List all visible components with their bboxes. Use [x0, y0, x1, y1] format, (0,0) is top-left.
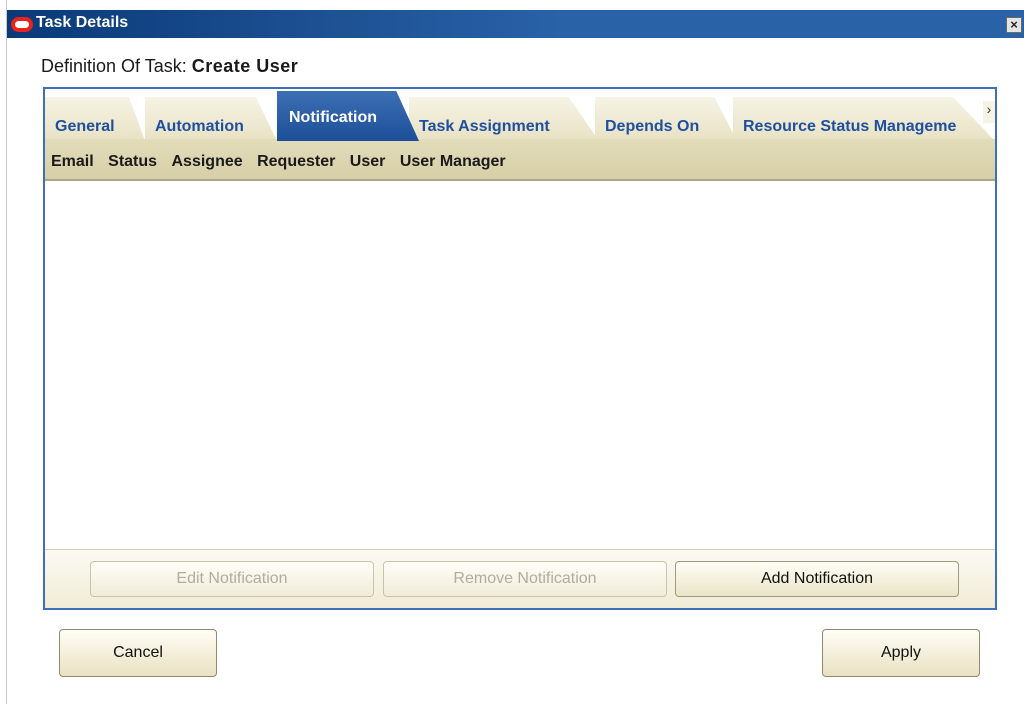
cancel-button[interactable]: Cancel	[59, 629, 217, 677]
tab-depends-on[interactable]: Depends On	[595, 97, 737, 141]
chevron-right-icon[interactable]: ›	[983, 101, 995, 123]
window-title: Task Details	[36, 14, 129, 31]
column-requester[interactable]: Requester	[257, 153, 335, 171]
column-email[interactable]: Email	[51, 153, 94, 171]
task-panel: General Automation Notification Task Ass…	[43, 87, 997, 610]
edit-notification-button[interactable]: Edit Notification	[90, 561, 374, 597]
task-name: Create User	[191, 56, 299, 76]
task-definition: Definition Of Task: Create User	[41, 56, 298, 77]
close-icon[interactable]: ×	[1006, 17, 1022, 33]
title-bar: Task Details ×	[7, 10, 1024, 38]
tab-notification[interactable]: Notification	[277, 91, 419, 141]
add-notification-button[interactable]: Add Notification	[675, 561, 959, 597]
definition-label: Definition Of Task:	[41, 56, 187, 76]
apply-button[interactable]: Apply	[822, 629, 980, 677]
oracle-logo-icon	[11, 17, 33, 32]
remove-notification-button[interactable]: Remove Notification	[383, 561, 667, 597]
tab-resource-status-management[interactable]: Resource Status Manageme	[733, 97, 995, 141]
column-user[interactable]: User	[350, 153, 386, 171]
column-user-manager[interactable]: User Manager	[400, 153, 506, 171]
task-details-window: Task Details × Definition Of Task: Creat…	[6, 0, 1024, 704]
column-assignee[interactable]: Assignee	[172, 153, 243, 171]
tab-strip: General Automation Notification Task Ass…	[45, 89, 995, 141]
notification-table-header: Email Status Assignee Requester User Use…	[45, 139, 995, 181]
column-status[interactable]: Status	[108, 153, 157, 171]
tab-automation[interactable]: Automation	[145, 97, 277, 141]
tab-general[interactable]: General	[45, 97, 145, 141]
tab-task-assignment[interactable]: Task Assignment	[409, 97, 599, 141]
notification-actions: Edit Notification Remove Notification Ad…	[45, 549, 995, 608]
notification-list[interactable]	[45, 183, 995, 547]
